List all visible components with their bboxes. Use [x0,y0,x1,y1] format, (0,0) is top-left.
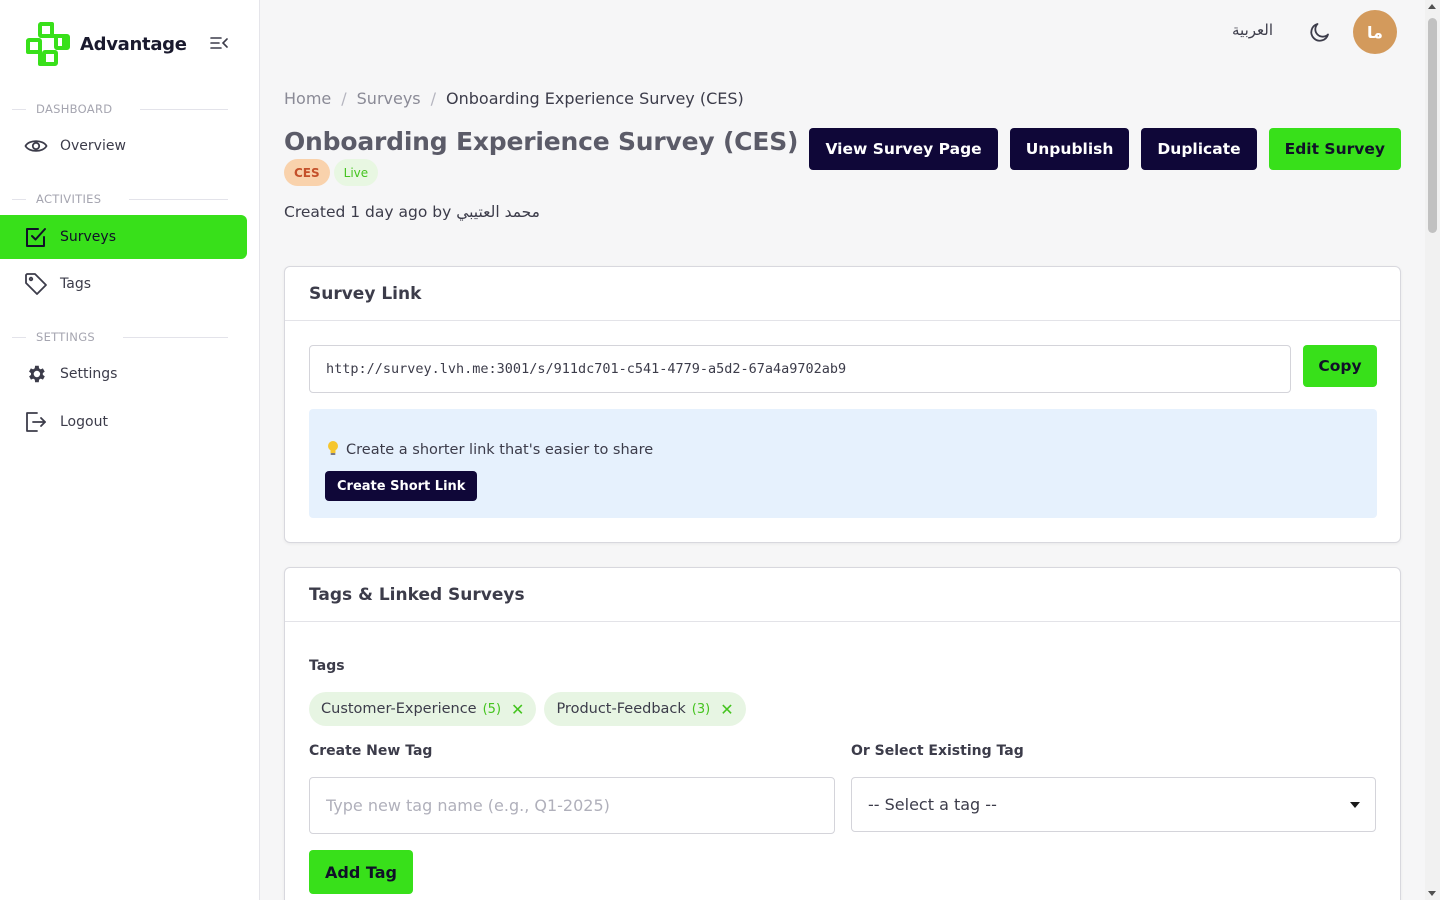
sidebar-item-label: Tags [60,276,91,292]
eye-icon [24,134,48,158]
menu-collapse-icon [210,37,228,49]
copy-button[interactable]: Copy [1303,345,1377,387]
status-badges: CES Live [284,159,382,186]
type-badge: CES [284,159,330,186]
page-scrollbar[interactable] [1425,0,1440,900]
tags-card: Tags & Linked Surveys Tags Customer-Expe… [284,567,1401,900]
sidebar-item-tags[interactable]: Tags [0,262,247,306]
language-switch[interactable]: العربية [1232,21,1273,39]
moon-icon [1310,23,1329,42]
breadcrumb-surveys[interactable]: Surveys [357,89,421,108]
sidebar-item-label: Overview [60,138,126,154]
tip-text: Create a shorter link that's easier to s… [346,442,654,458]
app-name: Advantage [80,33,187,55]
card-title: Survey Link [285,267,1400,321]
created-info: Created 1 day ago by محمد العتيبي [284,203,540,221]
section-label-settings: SETTINGS [12,330,228,344]
scroll-up-icon[interactable] [1428,4,1436,9]
edit-survey-button[interactable]: Edit Survey [1268,128,1401,170]
section-label-dashboard: DASHBOARD [12,102,228,116]
duplicate-button[interactable]: Duplicate [1141,128,1257,170]
remove-tag-icon[interactable]: ✕ [511,700,524,719]
survey-link-card: Survey Link http://survey.lvh.me:3001/s/… [284,266,1401,543]
sidebar: Advantage DASHBOARD Overview ACTIVITIES … [0,0,260,900]
logout-icon [24,410,48,434]
sidebar-item-label: Settings [60,366,118,382]
create-short-link-button[interactable]: Create Short Link [325,471,478,501]
tag-icon [24,272,48,296]
lightbulb-icon [326,440,340,460]
avatar[interactable]: ما [1353,10,1397,54]
short-link-tip: Create a shorter link that's easier to s… [309,409,1377,518]
sidebar-item-label: Logout [60,414,108,430]
scroll-thumb[interactable] [1428,18,1437,233]
tag-count: (5) [482,701,502,717]
remove-tag-icon[interactable]: ✕ [720,700,733,719]
app-logo[interactable]: Advantage [24,20,187,68]
existing-tag-select[interactable]: -- Select a tag -- [851,777,1376,832]
collapse-sidebar-button[interactable] [208,32,230,54]
sidebar-item-label: Surveys [60,229,116,245]
breadcrumb-current: Onboarding Experience Survey (CES) [446,89,744,108]
section-label-activities: ACTIVITIES [12,192,228,206]
theme-toggle-button[interactable] [1308,20,1332,44]
create-tag-label: Create New Tag [309,743,433,759]
select-value: -- Select a tag -- [868,795,997,814]
gear-icon [24,362,48,386]
sidebar-item-overview[interactable]: Overview [0,124,247,168]
tags-label: Tags [309,658,345,674]
scroll-down-icon[interactable] [1428,891,1436,896]
breadcrumb-home[interactable]: Home [284,89,331,108]
sidebar-item-logout[interactable]: Logout [0,400,247,444]
sidebar-item-settings[interactable]: Settings [0,352,247,396]
survey-url-field[interactable]: http://survey.lvh.me:3001/s/911dc701-c54… [309,345,1291,393]
unpublish-button[interactable]: Unpublish [1009,128,1130,170]
tag-chip[interactable]: Product-Feedback (3) ✕ [544,692,746,726]
add-tag-button[interactable]: Add Tag [309,850,413,894]
select-tag-label: Or Select Existing Tag [851,743,1024,759]
logo-icon [24,20,70,68]
tag-count: (3) [691,701,711,717]
tag-chip[interactable]: Customer-Experience (5) ✕ [309,692,537,726]
tag-list: Customer-Experience (5) ✕ Product-Feedba… [309,692,754,726]
checkbox-icon [24,225,48,249]
status-badge: Live [333,159,379,186]
view-survey-page-button[interactable]: View Survey Page [809,128,998,170]
page-title: Onboarding Experience Survey (CES) [284,127,799,156]
sidebar-item-surveys[interactable]: Surveys [0,215,247,259]
page-actions: View Survey Page Unpublish Duplicate Edi… [797,128,1401,170]
tag-name: Customer-Experience [321,701,477,717]
caret-down-icon [1350,802,1360,808]
survey-link-row: http://survey.lvh.me:3001/s/911dc701-c54… [309,345,1377,393]
new-tag-input[interactable] [309,777,835,834]
breadcrumb: Home / Surveys / Onboarding Experience S… [284,89,744,108]
card-title: Tags & Linked Surveys [285,568,1400,622]
tag-name: Product-Feedback [556,701,686,717]
